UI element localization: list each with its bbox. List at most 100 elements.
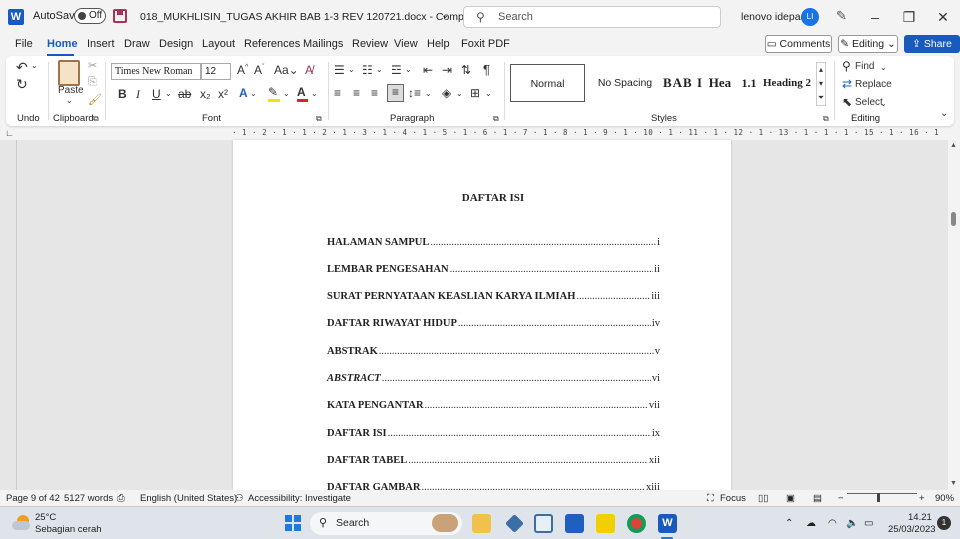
style-normal[interactable]: Normal bbox=[510, 64, 585, 102]
superscript-icon[interactable]: x² bbox=[218, 87, 228, 101]
chevron-down-icon[interactable]: ⌄ bbox=[348, 65, 355, 74]
chevron-down-icon[interactable]: ⌄ bbox=[405, 65, 412, 74]
save-icon[interactable] bbox=[113, 9, 127, 23]
zoom-level[interactable]: 90% bbox=[935, 493, 954, 504]
wifi-icon[interactable]: ◠ bbox=[828, 518, 837, 529]
show-formatting-icon[interactable]: ¶ bbox=[483, 62, 490, 77]
search-input[interactable]: ⚲ Search bbox=[463, 6, 721, 28]
minimize-icon[interactable]: – bbox=[865, 7, 885, 27]
clock-time[interactable]: 14.21 bbox=[908, 512, 932, 523]
tab-home[interactable]: Home bbox=[47, 38, 78, 50]
restore-icon[interactable]: ❐ bbox=[899, 7, 919, 27]
clock-date[interactable]: 25/03/2023 bbox=[888, 524, 936, 535]
toc-entry[interactable]: DAFTAR ISI ix bbox=[327, 428, 660, 442]
proofing-icon[interactable]: ⎙ bbox=[117, 493, 125, 504]
font-size-select[interactable]: 12 bbox=[201, 63, 231, 80]
chevron-down-icon[interactable]: ⌄ bbox=[311, 89, 318, 98]
underline-icon[interactable]: U bbox=[152, 87, 161, 101]
paste-label[interactable]: Paste bbox=[58, 85, 84, 96]
dialog-launcher-icon[interactable]: ⧉ bbox=[493, 114, 499, 124]
word-taskbar-icon[interactable]: W bbox=[658, 514, 677, 533]
zoom-out-icon[interactable]: − bbox=[838, 493, 844, 504]
chevron-down-icon[interactable]: ⌄ bbox=[283, 89, 290, 98]
chevron-down-icon[interactable]: ⌄ bbox=[250, 89, 257, 98]
editing-mode-button[interactable]: ✎ Editing ⌄ bbox=[838, 35, 898, 53]
language-indicator[interactable]: English (United States) bbox=[140, 493, 237, 504]
chevron-down-icon[interactable]: ⌄ bbox=[425, 89, 432, 98]
replace-icon[interactable]: ⇄ bbox=[842, 77, 852, 91]
scroll-thumb[interactable] bbox=[951, 212, 956, 226]
autosave-toggle[interactable]: Off bbox=[74, 8, 106, 24]
focus-label[interactable]: Focus bbox=[720, 493, 746, 504]
file-explorer-icon[interactable] bbox=[472, 514, 491, 533]
tab-draw[interactable]: Draw bbox=[124, 38, 150, 50]
sticky-notes-icon[interactable] bbox=[596, 514, 615, 533]
zoom-slider-thumb[interactable] bbox=[877, 493, 880, 502]
chevron-up-icon[interactable]: ⌃ bbox=[785, 518, 793, 529]
chevron-down-icon[interactable]: ⌄ bbox=[376, 65, 383, 74]
pen-icon[interactable]: ✎ bbox=[836, 8, 847, 24]
copy-icon[interactable]: ⎘ bbox=[88, 76, 97, 89]
focus-icon[interactable]: ⛶ bbox=[707, 493, 714, 504]
taskbar-search[interactable]: ⚲ Search bbox=[310, 512, 462, 535]
page-count[interactable]: Page 9 of 42 bbox=[6, 493, 60, 504]
weather-condition[interactable]: Sebagian cerah bbox=[35, 524, 102, 535]
align-right-icon[interactable]: ≡ bbox=[371, 86, 378, 100]
close-icon[interactable]: ✕ bbox=[933, 7, 953, 27]
toc-entry[interactable]: ABSTRAK v bbox=[327, 346, 660, 360]
toc-entry[interactable]: SURAT PERNYATAAN KEASLIAN KARYA ILMIAH ii… bbox=[327, 291, 660, 305]
chrome-icon[interactable] bbox=[627, 514, 646, 533]
bullets-icon[interactable]: ☰ bbox=[334, 63, 345, 77]
accessibility-icon[interactable]: ⚇ bbox=[235, 493, 244, 504]
shading-icon[interactable]: ◈ bbox=[442, 86, 451, 100]
print-layout-icon[interactable]: ▣ bbox=[786, 493, 795, 504]
share-button[interactable]: ⇪ Share bbox=[904, 35, 960, 53]
cut-icon[interactable]: ✂ bbox=[88, 59, 97, 72]
multilevel-list-icon[interactable]: ☲ bbox=[391, 63, 402, 77]
volume-icon[interactable]: 🔈 bbox=[846, 518, 858, 529]
grow-font-icon[interactable]: A^ bbox=[237, 63, 248, 77]
increase-indent-icon[interactable]: ⇥ bbox=[442, 63, 452, 77]
weather-temperature[interactable]: 25°C bbox=[35, 512, 56, 523]
replace-label[interactable]: Replace bbox=[855, 79, 892, 90]
user-name[interactable]: lenovo idepad bbox=[741, 11, 806, 23]
mail-icon[interactable] bbox=[565, 514, 584, 533]
tab-view[interactable]: View bbox=[394, 38, 418, 50]
borders-icon[interactable]: ⊞ bbox=[470, 86, 480, 100]
toc-entry[interactable]: LEMBAR PENGESAHAN ii bbox=[327, 264, 660, 278]
select-label[interactable]: Select bbox=[855, 97, 883, 108]
tab-design[interactable]: Design bbox=[159, 38, 193, 50]
vertical-scrollbar[interactable]: ▲ ▼ bbox=[948, 140, 960, 490]
comments-button[interactable]: ▭ Comments bbox=[765, 35, 832, 53]
bold-icon[interactable]: B bbox=[118, 87, 127, 101]
word-count[interactable]: 5127 words bbox=[64, 493, 113, 504]
text-effects-icon[interactable]: A bbox=[239, 86, 248, 100]
tab-layout[interactable]: Layout bbox=[202, 38, 235, 50]
tab-review[interactable]: Review bbox=[352, 38, 388, 50]
chevron-down-icon[interactable]: ⌄ bbox=[485, 89, 492, 98]
style-no-spacing[interactable]: No Spacing bbox=[591, 64, 659, 102]
weather-icon[interactable] bbox=[12, 515, 30, 531]
avatar[interactable]: LI bbox=[801, 8, 819, 26]
decrease-indent-icon[interactable]: ⇤ bbox=[423, 63, 433, 77]
tab-file[interactable]: File bbox=[15, 38, 33, 50]
toc-entry[interactable]: DAFTAR RIWAYAT HIDUP iv bbox=[327, 318, 660, 332]
document-page[interactable]: DAFTAR ISI HALAMAN SAMPUL i LEMBAR PENGES… bbox=[233, 140, 731, 490]
app-icon[interactable] bbox=[505, 514, 524, 533]
font-name-select[interactable]: Times New Roman bbox=[111, 63, 201, 80]
onedrive-icon[interactable]: ☁ bbox=[806, 518, 816, 529]
find-icon[interactable]: ⚲ bbox=[842, 59, 851, 73]
chevron-down-icon[interactable]: ⌄ bbox=[31, 61, 38, 70]
undo-icon[interactable]: ↶ bbox=[16, 59, 28, 76]
tab-references[interactable]: References bbox=[244, 38, 300, 50]
web-layout-icon[interactable]: ▤ bbox=[813, 493, 822, 504]
chevron-down-icon[interactable]: ⌄ bbox=[880, 99, 887, 108]
tab-insert[interactable]: Insert bbox=[87, 38, 115, 50]
zoom-slider[interactable] bbox=[847, 493, 917, 494]
chevron-down-icon[interactable]: ⌄ bbox=[880, 63, 887, 72]
tab-help[interactable]: Help bbox=[427, 38, 450, 50]
zoom-in-icon[interactable]: + bbox=[919, 493, 925, 504]
italic-icon[interactable]: I bbox=[136, 87, 140, 102]
start-icon[interactable] bbox=[285, 515, 301, 531]
styles-scroll[interactable]: ▴ ▾ ⏷ bbox=[816, 62, 826, 106]
